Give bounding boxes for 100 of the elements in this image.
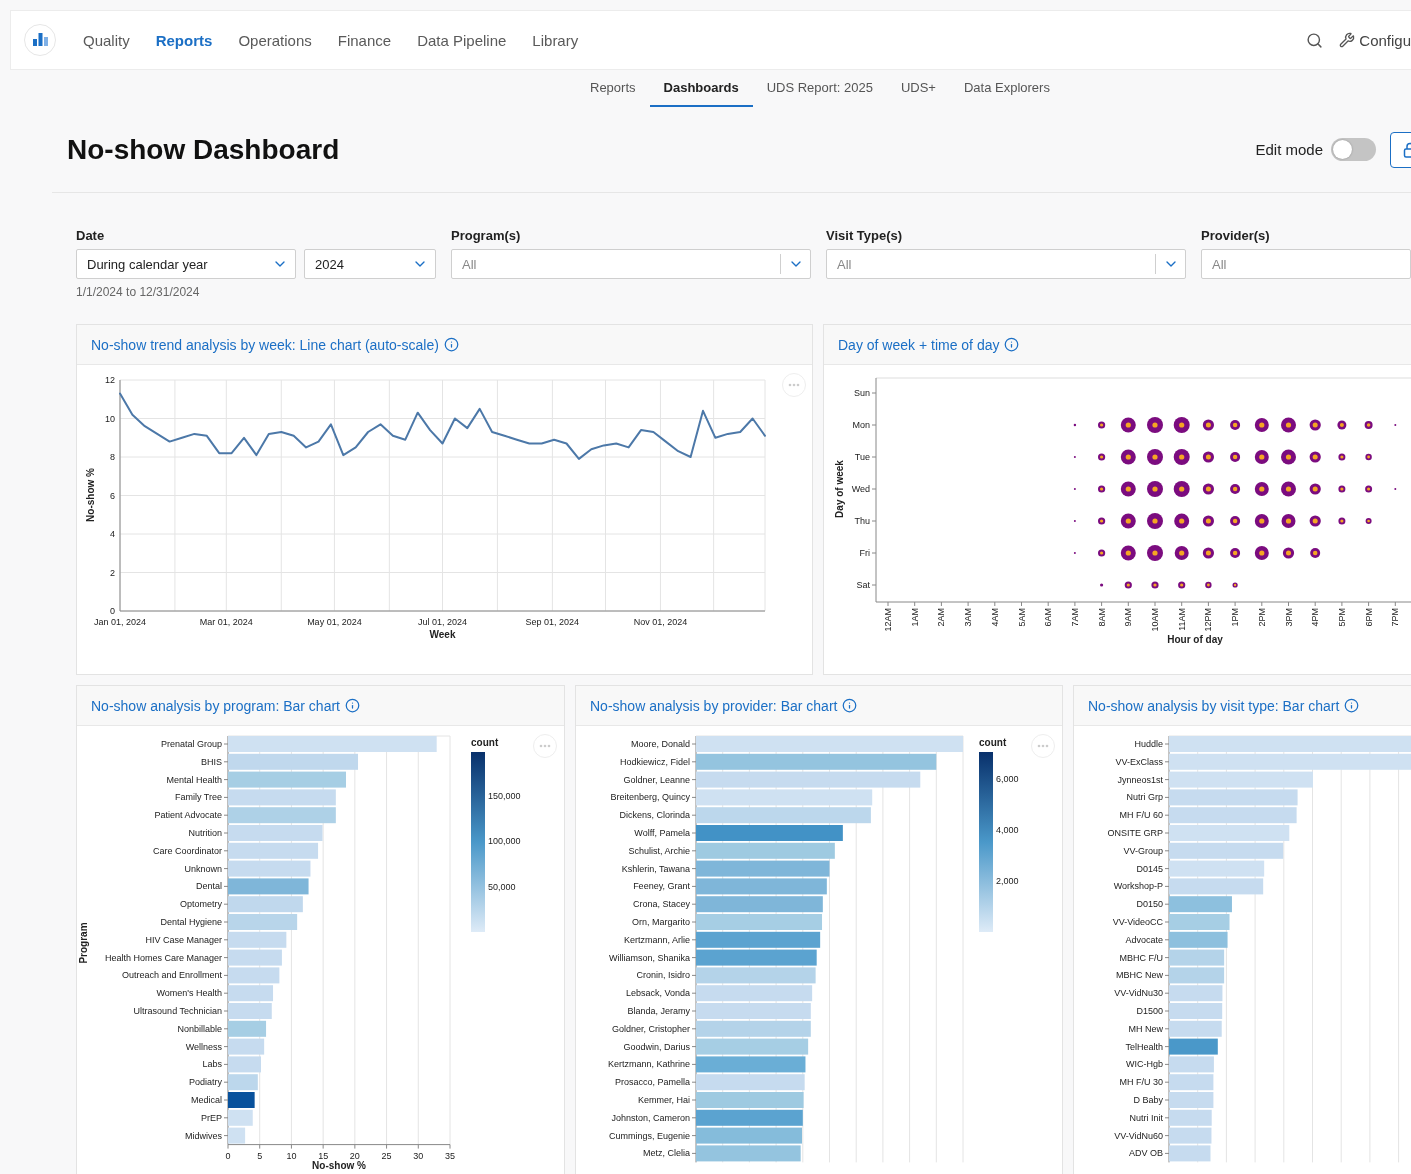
axis-tick-label: Ultrasound Technician	[133, 1006, 222, 1016]
edit-mode-toggle[interactable]	[1331, 138, 1376, 161]
search-icon[interactable]	[1306, 31, 1324, 49]
axis-tick-label: 0	[225, 1150, 231, 1161]
bubble	[1173, 481, 1190, 497]
nav-link[interactable]: Library	[532, 31, 579, 49]
axis-tick-label: 7AM	[1069, 608, 1080, 627]
axis-title: No-show %	[85, 468, 96, 522]
axis-tick-label: MH F/U 60	[1119, 810, 1163, 821]
sub-tab[interactable]: Reports	[576, 70, 650, 107]
axis-title: No-show %	[312, 1159, 366, 1171]
logo-icon[interactable]	[24, 24, 56, 56]
bubble	[1178, 581, 1186, 589]
bubble	[1364, 421, 1373, 429]
info-icon[interactable]	[842, 698, 858, 713]
axis-tick-label: Wed	[851, 484, 870, 494]
nav-link[interactable]: Reports	[155, 31, 213, 49]
legend-label: 6,000	[996, 774, 1019, 784]
axis-tick-label: Blanda, Jeramy	[627, 1006, 690, 1016]
axis-tick-label: Goodwin, Darius	[623, 1041, 690, 1052]
bar	[228, 931, 287, 948]
bubble	[1230, 484, 1241, 494]
filter-label: Visit Type(s)	[826, 228, 904, 243]
sub-tab[interactable]: Dashboards	[649, 70, 753, 107]
legend-label: 2,000	[996, 876, 1019, 887]
nav-link[interactable]: Finance	[337, 31, 392, 49]
axis-tick-label: 3AM	[963, 608, 974, 627]
axis-tick-label: Cronin, Isidro	[636, 970, 690, 981]
bubble	[1147, 449, 1163, 465]
axis-tick-label: 4PM	[1310, 608, 1321, 627]
axis-tick-label: WIC-Hgb	[1126, 1059, 1163, 1070]
sub-tab[interactable]: Data Explorers	[949, 70, 1064, 107]
axis-tick-label: 20	[349, 1150, 360, 1161]
axis-tick-label: Lebsack, Vonda	[625, 988, 690, 999]
sub-tab[interactable]: UDS+	[886, 70, 950, 107]
bubble	[1098, 421, 1106, 429]
bubble	[1281, 417, 1296, 433]
configure-link[interactable]: Configu	[1339, 31, 1411, 49]
bubble	[1151, 581, 1159, 589]
nav-link[interactable]: Operations	[238, 31, 312, 49]
axis-tick-label: Mar 01, 2024	[199, 617, 253, 627]
bubble	[1124, 581, 1132, 589]
multi-select[interactable]: All	[826, 249, 1186, 279]
axis-tick-label: Johnston, Cameron	[611, 1112, 690, 1123]
bar	[228, 914, 298, 930]
axis-tick-label: Nutrition	[188, 828, 222, 838]
bubble	[1120, 513, 1136, 529]
bubble	[1098, 453, 1106, 461]
info-icon[interactable]	[1344, 698, 1360, 713]
axis-tick-label: 6	[110, 490, 115, 501]
bubble	[1202, 419, 1214, 431]
axis-tick-label: TelHealth	[1125, 1041, 1163, 1052]
axis-tick-label: Podiatry	[188, 1077, 222, 1088]
legend-label: 150,000	[488, 790, 521, 801]
axis-tick-label: Wellness	[185, 1041, 222, 1052]
sub-tab[interactable]: UDS Report: 2025	[752, 70, 887, 107]
axis-tick-label: 10	[286, 1150, 297, 1161]
bar	[228, 1127, 246, 1144]
multi-select[interactable]: All	[451, 249, 811, 279]
nav-link[interactable]: Data Pipeline	[417, 31, 507, 49]
bubble	[1202, 483, 1214, 495]
bubble	[1202, 515, 1214, 527]
bubble	[1174, 546, 1189, 560]
axis-tick-label: 30	[413, 1150, 424, 1161]
bubble	[1365, 453, 1372, 461]
multi-select[interactable]: All	[1201, 249, 1411, 279]
axis-tick-label: 11AM	[1176, 608, 1187, 631]
axis-tick-label: Orn, Margarito	[631, 917, 690, 927]
axis-tick-label: Nov 01, 2024	[633, 617, 688, 627]
axis-tick-label: 8	[110, 452, 115, 462]
info-icon[interactable]	[345, 698, 360, 713]
bubble	[1338, 453, 1346, 461]
bubble	[1098, 485, 1106, 493]
axis-tick-label: MBHC New	[1116, 970, 1163, 981]
card-title: Day of week + time of day	[838, 336, 1000, 353]
info-icon[interactable]	[1004, 337, 1020, 352]
info-icon[interactable]	[443, 337, 459, 352]
bar	[228, 1092, 255, 1108]
bubble	[1073, 423, 1077, 427]
axis-tick-label: 9AM	[1123, 608, 1134, 627]
bubble	[1338, 485, 1346, 493]
axis-tick-label: Sat	[856, 580, 870, 590]
axis-tick-label: Health Homes Care Manager	[104, 952, 222, 963]
axis-tick-label: MH New	[1128, 1023, 1163, 1034]
axis-tick-label: 2PM	[1256, 608, 1267, 627]
date-period-select[interactable]: During calendar year	[76, 249, 296, 279]
axis-tick-label: Nutri Init	[1129, 1112, 1163, 1123]
nav-link[interactable]: Quality	[83, 31, 130, 49]
year-select[interactable]: 2024	[304, 249, 436, 279]
page-title: No-show Dashboard	[67, 133, 340, 166]
bubble	[1310, 548, 1321, 558]
axis-tick-label: May 01, 2024	[307, 617, 362, 627]
axis-tick-label: MH F/U 30	[1119, 1077, 1163, 1088]
axis-tick-label: 15	[318, 1150, 329, 1161]
bubble	[1282, 547, 1295, 559]
axis-tick-label: D0145	[1136, 863, 1163, 874]
axis-tick-label: 5PM	[1336, 608, 1347, 627]
axis-tick-label: 5AM	[1016, 608, 1027, 627]
axis-tick-label: 2	[110, 567, 115, 578]
axis-tick-label: Sep 01, 2024	[525, 617, 580, 627]
